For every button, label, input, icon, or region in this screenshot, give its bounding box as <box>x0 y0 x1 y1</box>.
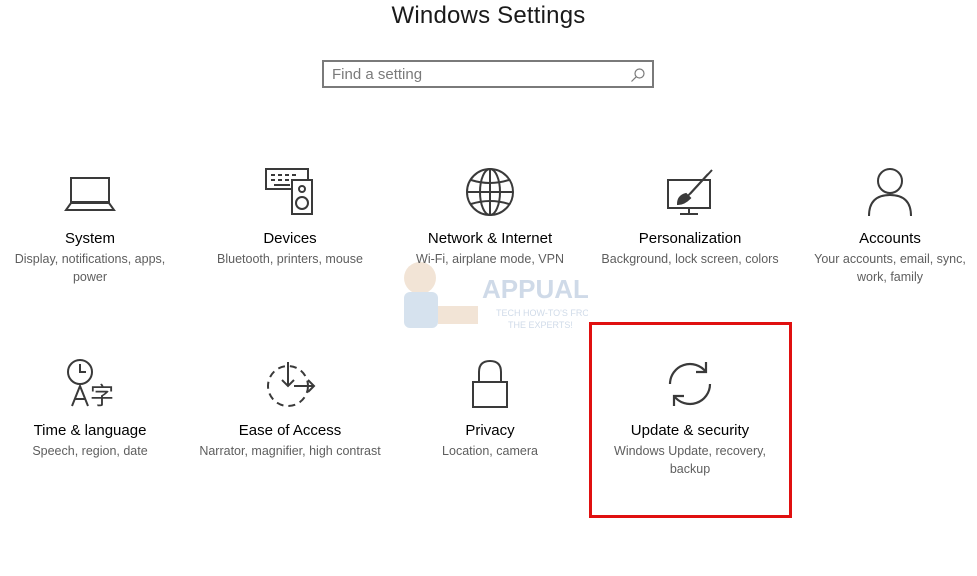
tile-ease-of-access[interactable]: Ease of Access Narrator, magnifier, high… <box>192 358 388 460</box>
page-title: Windows Settings <box>391 2 586 29</box>
tile-accounts[interactable]: Accounts Your accounts, email, sync, wor… <box>792 166 977 286</box>
tile-description: Wi-Fi, airplane mode, VPN <box>416 252 564 266</box>
tile-label: Update & security <box>630 422 750 439</box>
svg-text:THE EXPERTS!: THE EXPERTS! <box>508 320 573 330</box>
lock-icon <box>472 359 508 408</box>
search-box[interactable] <box>322 60 654 88</box>
tile-description: Display, notifications, apps, power <box>14 252 166 284</box>
tile-label: Devices <box>263 230 317 247</box>
paintbrush-icon <box>667 169 713 215</box>
tile-label: Personalization <box>638 230 742 247</box>
tile-description: Your accounts, email, sync, work, family <box>814 252 966 284</box>
tile-description: Windows Update, recovery, backup <box>614 444 766 476</box>
tile-personalization[interactable]: Personalization Background, lock screen,… <box>592 166 788 268</box>
clock-language-icon: 字 <box>67 359 114 410</box>
tile-privacy[interactable]: Privacy Location, camera <box>392 358 588 460</box>
keyboard-speaker-icon <box>265 168 313 215</box>
tile-description: Bluetooth, printers, mouse <box>217 252 363 266</box>
tile-system[interactable]: System Display, notifications, apps, pow… <box>0 166 188 286</box>
svg-text:字: 字 <box>90 382 114 410</box>
search-icon[interactable] <box>630 67 646 83</box>
tile-label: Ease of Access <box>238 422 342 439</box>
person-icon <box>868 168 912 217</box>
sync-arrows-icon <box>668 362 712 406</box>
tile-label: System <box>64 230 115 247</box>
settings-window: Windows Settings APPUALS TECH HOW-TO'S F… <box>0 0 977 576</box>
svg-text:APPUALS: APPUALS <box>482 274 588 304</box>
svg-text:TECH HOW-TO'S FROM: TECH HOW-TO'S FROM <box>496 308 588 318</box>
tile-label: Accounts <box>859 230 921 247</box>
tile-time-language[interactable]: 字 Time & language Speech, region, date <box>0 358 188 460</box>
globe-icon <box>466 168 514 216</box>
search-input[interactable] <box>332 64 622 84</box>
tile-network-internet[interactable]: Network & Internet Wi-Fi, airplane mode,… <box>392 166 588 268</box>
tile-label: Network & Internet <box>427 230 553 247</box>
tile-description: Narrator, magnifier, high contrast <box>199 444 381 458</box>
tile-label: Time & language <box>33 422 147 439</box>
tile-label: Privacy <box>465 422 515 439</box>
tile-description: Speech, region, date <box>32 444 148 458</box>
tile-devices[interactable]: Devices Bluetooth, printers, mouse <box>192 166 388 268</box>
ease-of-access-icon <box>267 362 316 407</box>
tile-description: Background, lock screen, colors <box>601 252 779 266</box>
tile-description: Location, camera <box>442 444 538 458</box>
laptop-icon <box>64 177 116 211</box>
tile-update-security[interactable]: Update & security Windows Update, recove… <box>592 358 788 478</box>
